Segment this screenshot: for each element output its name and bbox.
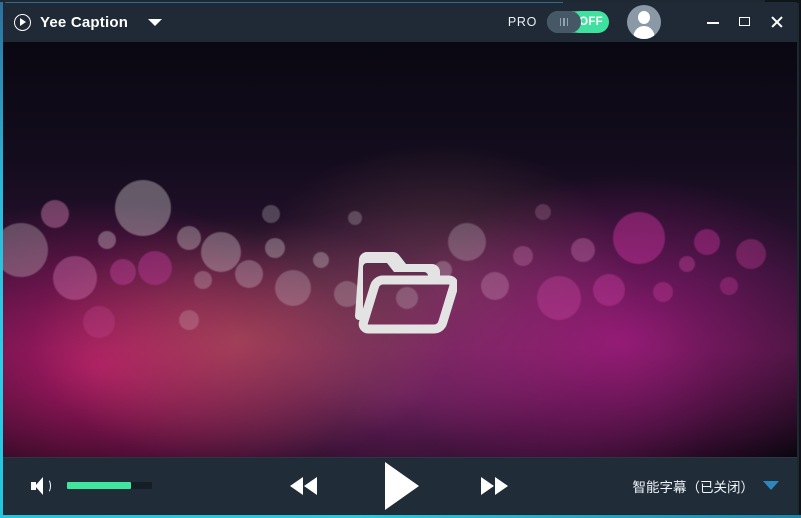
window-controls — [705, 14, 785, 30]
bokeh-circle — [235, 260, 263, 288]
page-title: Yee Caption — [40, 13, 129, 31]
bokeh-circle — [201, 232, 241, 272]
pro-toggle-state-label: OFF — [579, 16, 603, 28]
caption-mode-label: 智能字幕（已关闭） — [632, 479, 755, 495]
bokeh-circle — [679, 256, 695, 272]
pro-toggle-knob — [547, 11, 581, 33]
bokeh-circle — [481, 272, 509, 300]
bokeh-circle — [694, 229, 720, 255]
speaker-icon[interactable] — [31, 476, 55, 496]
pro-toggle[interactable]: OFF — [547, 11, 609, 33]
bokeh-circle — [110, 259, 136, 285]
titlebar-right-group: PRO OFF — [508, 2, 797, 42]
bokeh-circle — [41, 200, 69, 228]
bokeh-circle — [262, 205, 280, 223]
window-body: Yee Caption PRO OFF 智能字幕（已关闭） — [3, 2, 797, 514]
title-bar-accent-line — [3, 2, 563, 3]
bokeh-circle — [313, 252, 329, 268]
volume-slider-fill — [67, 482, 131, 489]
maximize-button[interactable] — [737, 14, 753, 30]
player-controls-bar: 智能字幕（已关闭） — [3, 457, 797, 514]
bokeh-circle — [535, 204, 551, 220]
bokeh-circle — [275, 270, 311, 306]
bokeh-circle — [53, 256, 97, 300]
play-icon[interactable] — [377, 461, 423, 510]
open-folder-icon[interactable] — [353, 246, 459, 336]
app-window: Yee Caption PRO OFF 智能字幕（已关闭） — [0, 0, 801, 518]
bokeh-circle — [613, 212, 665, 264]
bokeh-circle — [593, 274, 625, 306]
bokeh-circle — [571, 238, 595, 262]
bokeh-circle — [537, 276, 581, 320]
bokeh-circle — [177, 226, 201, 250]
bokeh-circle — [513, 246, 533, 266]
play-circle-icon — [14, 13, 31, 31]
minimize-button[interactable] — [705, 14, 721, 30]
bokeh-circle — [179, 310, 199, 330]
chevron-down-icon[interactable] — [148, 18, 163, 26]
rewind-icon[interactable] — [289, 472, 331, 500]
bokeh-circle — [98, 231, 116, 249]
bokeh-circle — [138, 251, 172, 285]
user-avatar-icon[interactable] — [627, 5, 661, 39]
bokeh-circle — [83, 306, 115, 338]
fast-forward-icon[interactable] — [469, 472, 511, 500]
title-bar: Yee Caption PRO OFF — [3, 2, 797, 42]
volume-control-group — [31, 476, 152, 496]
bokeh-circle — [720, 277, 738, 295]
caption-mode-select[interactable]: 智能字幕（已关闭） — [632, 476, 779, 496]
chevron-down-icon — [763, 481, 779, 490]
video-stage[interactable] — [3, 42, 797, 457]
bokeh-circle — [736, 239, 766, 269]
bokeh-circle — [348, 211, 362, 225]
close-button[interactable] — [769, 14, 785, 30]
controls-divider — [3, 457, 797, 458]
bokeh-circle — [115, 180, 171, 236]
bokeh-circle — [653, 282, 673, 302]
volume-slider[interactable] — [67, 482, 152, 489]
pro-label: PRO — [507, 15, 537, 29]
bokeh-circle — [265, 238, 285, 258]
bokeh-circle — [194, 271, 212, 289]
